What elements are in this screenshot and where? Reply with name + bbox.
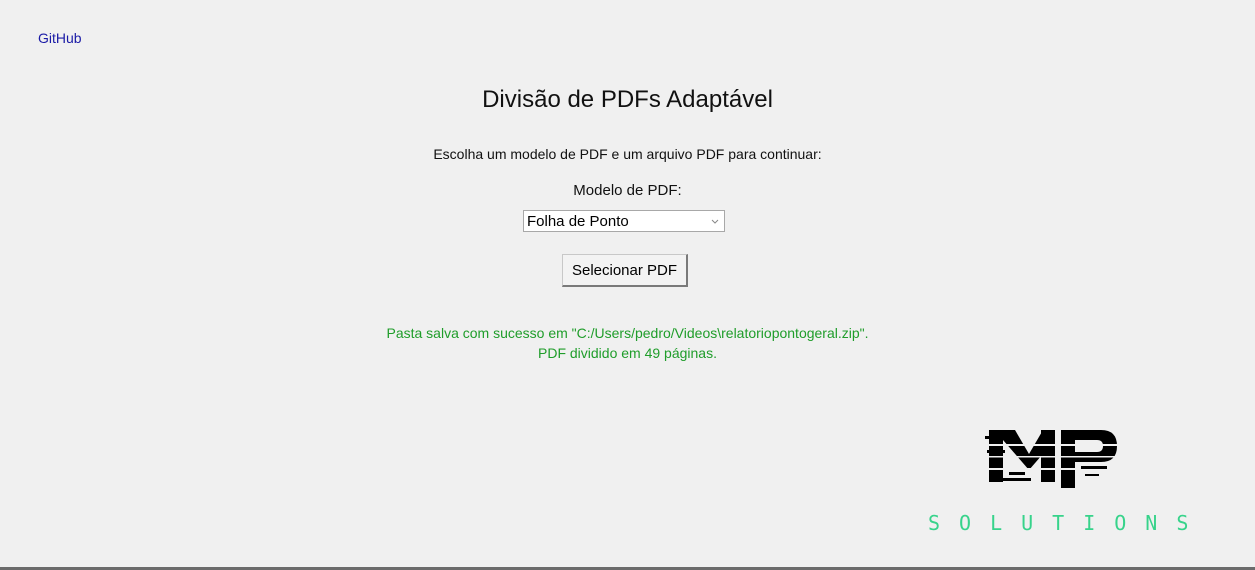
instructions-text: Escolha um modelo de PDF e um arquivo PD… bbox=[433, 146, 822, 162]
status-line-pages: PDF dividido em 49 páginas. bbox=[538, 345, 717, 361]
mp-logo bbox=[985, 430, 1121, 488]
chevron-down-icon bbox=[711, 219, 719, 224]
model-label: Modelo de PDF: bbox=[573, 182, 682, 199]
github-link[interactable]: GitHub bbox=[38, 30, 82, 46]
select-pdf-button[interactable]: Selecionar PDF bbox=[562, 254, 688, 287]
status-line-saved: Pasta salva com sucesso em "C:/Users/ped… bbox=[386, 325, 869, 341]
pdf-model-select[interactable]: Folha de Ponto bbox=[523, 210, 725, 232]
page-title: Divisão de PDFs Adaptável bbox=[482, 86, 773, 113]
logo-wordmark: SOLUTIONS bbox=[928, 511, 1208, 535]
status-message: Pasta salva com sucesso em "C:/Users/ped… bbox=[0, 323, 1255, 363]
pdf-model-select-value: Folha de Ponto bbox=[527, 213, 629, 230]
